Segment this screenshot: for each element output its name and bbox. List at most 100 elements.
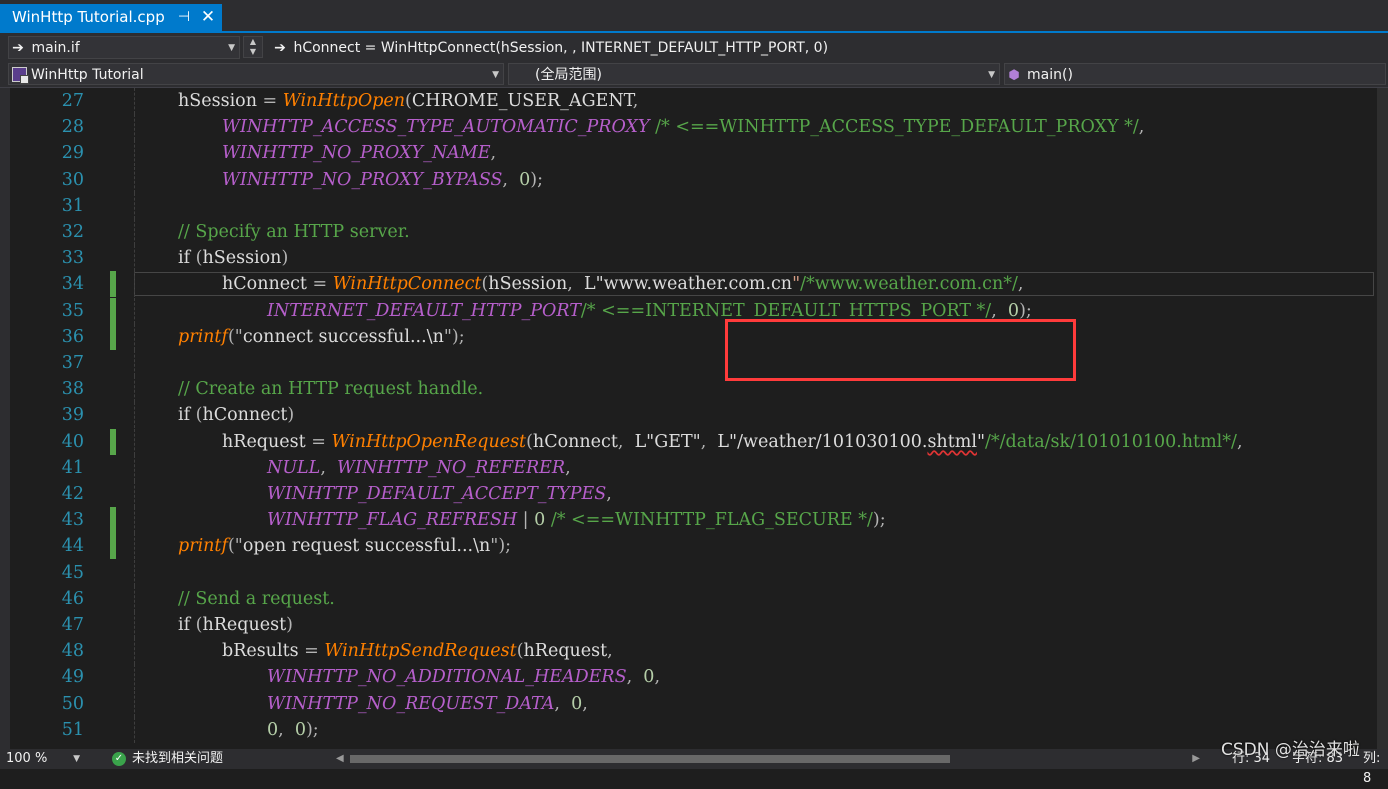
code-token: ,: [654, 667, 661, 688]
indent-guide: [134, 166, 135, 193]
code-text: // Send a request.: [178, 586, 335, 612]
line-number: 48: [61, 641, 84, 662]
code-line[interactable]: 36 printf("connect successful...\n");: [0, 323, 1388, 350]
code-token: WINHTTP_NO_REFERER: [337, 457, 566, 478]
change-marker: [110, 428, 116, 455]
code-line[interactable]: 37: [0, 350, 1388, 376]
indent-guide: [134, 664, 135, 691]
issues-status[interactable]: 未找到相关问题: [132, 749, 223, 769]
file-dropdown-label: main.if: [31, 40, 80, 56]
line-number: 50: [61, 693, 84, 714]
code-line[interactable]: 49 WINHTTP_NO_ADDITIONAL_HEADERS, 0,: [0, 664, 1388, 691]
code-token: // Specify an HTTP server.: [178, 222, 410, 242]
function-dropdown[interactable]: ⬢ main(): [1004, 63, 1386, 85]
code-token: printf: [178, 326, 228, 347]
code-token: ,: [502, 169, 520, 190]
code-line[interactable]: 47 if (hRequest): [0, 612, 1388, 638]
code-token: L"GET": [634, 431, 701, 452]
scroll-right-icon[interactable]: ▶: [1192, 749, 1200, 769]
code-line[interactable]: 35 INTERNET_DEFAULT_HTTP_PORT/* <==INTERN…: [0, 297, 1388, 324]
document-tab-strip: WinHttp Tutorial.cpp ⊣ ✕: [0, 0, 1388, 33]
code-token: shtml: [927, 431, 977, 452]
scrollbar-thumb[interactable]: [350, 755, 950, 763]
code-line[interactable]: 45: [0, 559, 1388, 586]
member-dropdown[interactable]: ➔ hConnect = WinHttpConnect(hSession, , …: [270, 36, 1386, 59]
line-number: 46: [61, 588, 84, 609]
code-line[interactable]: 38 // Create an HTTP request handle.: [0, 376, 1388, 403]
code-text: hRequest = WinHttpOpenRequest(hConnect, …: [222, 429, 1243, 455]
code-editor[interactable]: 27 hSession = WinHttpOpen(CHROME_USER_AGE…: [0, 88, 1388, 749]
indent-guide: [134, 612, 135, 638]
code-token: ,: [490, 143, 497, 164]
code-text: WINHTTP_FLAG_REFRESH | 0 /* <==WINHTTP_F…: [267, 507, 886, 533]
code-token: if: [178, 615, 196, 635]
scope-dropdown[interactable]: (全局范围) ▼: [508, 63, 1000, 85]
horizontal-scrollbar[interactable]: ◀ ▶: [336, 753, 1200, 764]
code-line[interactable]: 39 if (hConnect): [0, 402, 1388, 429]
code-token: ,: [700, 431, 718, 452]
code-token: ,: [567, 274, 584, 295]
code-text: printf("connect successful...\n");: [178, 324, 465, 350]
project-dropdown[interactable]: WinHttp Tutorial ▼: [8, 63, 504, 85]
line-number: 34: [61, 274, 84, 295]
code-token: L"/weather/101030100.: [717, 431, 928, 452]
navigate-spinner[interactable]: ▲ ▼: [243, 36, 263, 58]
change-marker: [110, 533, 116, 560]
code-line[interactable]: 32 // Specify an HTTP server.: [0, 219, 1388, 245]
watermark: CSDN @治治来啦: [1221, 740, 1360, 760]
code-line[interactable]: 28 WINHTTP_ACCESS_TYPE_AUTOMATIC_PROXY /*…: [0, 114, 1388, 141]
code-text: NULL, WINHTTP_NO_REFERER,: [267, 455, 571, 481]
code-text: WINHTTP_NO_PROXY_NAME,: [222, 140, 496, 166]
code-token: ,: [626, 667, 644, 688]
zoom-dropdown[interactable]: 100 % ▼: [6, 751, 86, 767]
code-line[interactable]: 51 0, 0);: [0, 716, 1388, 743]
code-line[interactable]: 41 NULL, WINHTTP_NO_REFERER,: [0, 454, 1388, 481]
code-token: WINHTTP_NO_REQUEST_DATA: [267, 693, 555, 714]
project-icon: [12, 67, 29, 84]
check-circle-icon: ✓: [112, 752, 126, 766]
code-token: (: [405, 91, 412, 111]
file-dropdown[interactable]: ➔ main.if ▼: [8, 36, 240, 59]
indent-guide: [134, 507, 135, 534]
change-marker: [110, 271, 116, 298]
code-token: hRequest: [523, 641, 608, 662]
line-number: 40: [61, 431, 84, 452]
tab-winhttp-tutorial[interactable]: WinHttp Tutorial.cpp ⊣ ✕: [0, 4, 222, 31]
code-line[interactable]: 33 if (hSession): [0, 245, 1388, 272]
col-indicator: 列: 8: [1363, 751, 1381, 786]
code-token: ,: [606, 484, 612, 504]
code-token: =: [311, 431, 332, 452]
line-number: 42: [61, 484, 84, 504]
code-line[interactable]: 44 printf("open request successful...\n")…: [0, 533, 1388, 560]
code-line[interactable]: 29 WINHTTP_NO_PROXY_NAME,: [0, 140, 1388, 167]
code-token: WinHttpSendRequest: [324, 641, 517, 662]
line-number: 49: [61, 667, 84, 688]
code-line[interactable]: 27 hSession = WinHttpOpen(CHROME_USER_AGE…: [0, 88, 1388, 114]
code-line[interactable]: 42 WINHTTP_DEFAULT_ACCEPT_TYPES,: [0, 481, 1388, 507]
code-line[interactable]: 48 bResults = WinHttpSendRequest(hRequest…: [0, 638, 1388, 665]
pin-icon[interactable]: ⊣: [177, 4, 191, 31]
indent-guide: [134, 323, 135, 350]
code-token: );: [530, 169, 543, 190]
code-token: ,: [565, 457, 571, 478]
code-token: 0: [519, 169, 531, 190]
code-line[interactable]: 40 hRequest = WinHttpOpenRequest(hConnect…: [0, 428, 1388, 455]
code-text: printf("open request successful...\n");: [178, 533, 511, 559]
close-icon[interactable]: ✕: [200, 4, 216, 31]
indent-guide: [134, 454, 135, 481]
scroll-left-icon[interactable]: ◀: [336, 749, 344, 769]
code-line[interactable]: 31: [0, 192, 1388, 219]
code-line[interactable]: 46 // Send a request.: [0, 585, 1388, 612]
code-token: NULL: [267, 457, 321, 478]
code-line[interactable]: 50 WINHTTP_NO_REQUEST_DATA, 0,: [0, 690, 1388, 717]
indent-guide: [134, 114, 135, 141]
code-token: WINHTTP_FLAG_REFRESH: [267, 510, 518, 531]
code-token: ,: [278, 719, 295, 740]
code-token: WinHttpOpen: [282, 91, 406, 111]
code-line[interactable]: 43 WINHTTP_FLAG_REFRESH | 0 /* <==WINHTTP…: [0, 507, 1388, 534]
code-line[interactable]: 34 hConnect = WinHttpConnect(hSession, L"…: [0, 271, 1388, 298]
line-number: 51: [61, 719, 84, 740]
code-token: (: [516, 641, 524, 662]
zoom-level: 100 %: [6, 751, 48, 766]
code-line[interactable]: 30 WINHTTP_NO_PROXY_BYPASS, 0);: [0, 166, 1388, 193]
